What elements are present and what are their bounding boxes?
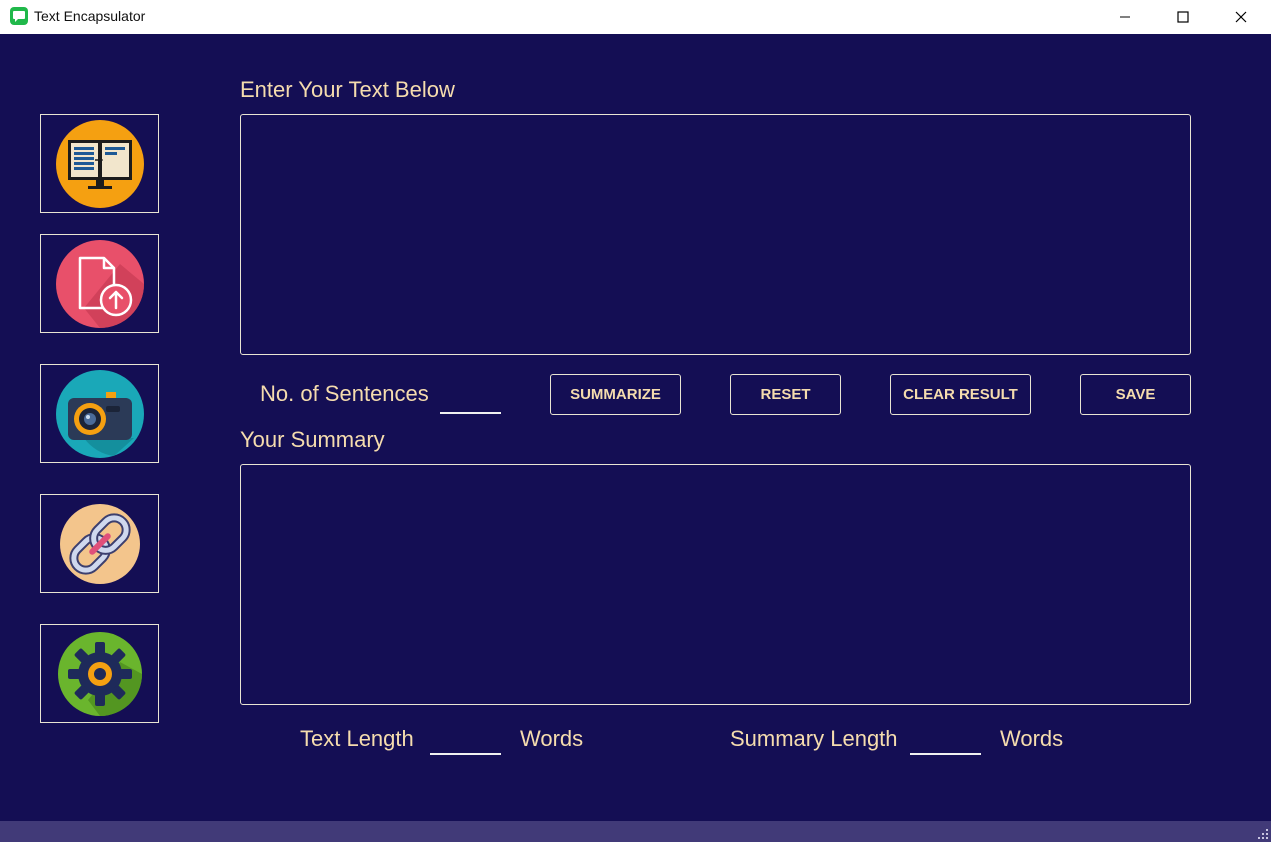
summary-text-area[interactable] [240,464,1191,705]
text-length-field[interactable] [430,729,501,755]
reset-button[interactable]: RESET [730,374,841,415]
status-bar [0,821,1271,842]
input-heading: Enter Your Text Below [240,77,455,102]
sidebar-item-upload-file[interactable] [40,234,159,333]
window-title: Text Encapsulator [34,8,146,24]
maximize-button[interactable] [1154,0,1212,34]
save-button[interactable]: SAVE [1080,374,1191,415]
summarize-button[interactable]: SUMMARIZE [550,374,681,415]
input-text-area[interactable] [240,114,1191,355]
resize-grip-icon[interactable] [1257,828,1269,840]
close-icon [1235,11,1247,23]
file-upload-icon [55,239,144,328]
title-bar: Text Encapsulator [0,0,1271,34]
summary-length-field[interactable] [910,729,981,755]
chat-bubble-icon [10,7,28,25]
close-button[interactable] [1212,0,1270,34]
camera-icon [55,369,144,458]
sidebar-item-settings[interactable] [40,624,159,723]
summary-heading: Your Summary [240,427,385,452]
gear-icon [57,631,142,716]
sidebar-item-url-link[interactable] [40,494,159,593]
monitor-document-icon [55,119,144,208]
summary-length-unit: Words [1000,726,1064,751]
sentences-label: No. of Sentences [260,381,429,406]
text-length-label: Text Length [300,726,414,751]
maximize-icon [1177,11,1189,23]
sentences-input[interactable] [440,388,501,414]
text-length-unit: Words [520,726,584,751]
minimize-icon [1120,16,1130,18]
clear-result-button[interactable]: CLEAR RESULT [890,374,1031,415]
minimize-button[interactable] [1096,0,1154,34]
sidebar-item-camera[interactable] [40,364,159,463]
sidebar-item-text-input[interactable] [40,114,159,213]
chain-link-icon [59,503,140,584]
summary-length-label: Summary Length [730,726,898,751]
